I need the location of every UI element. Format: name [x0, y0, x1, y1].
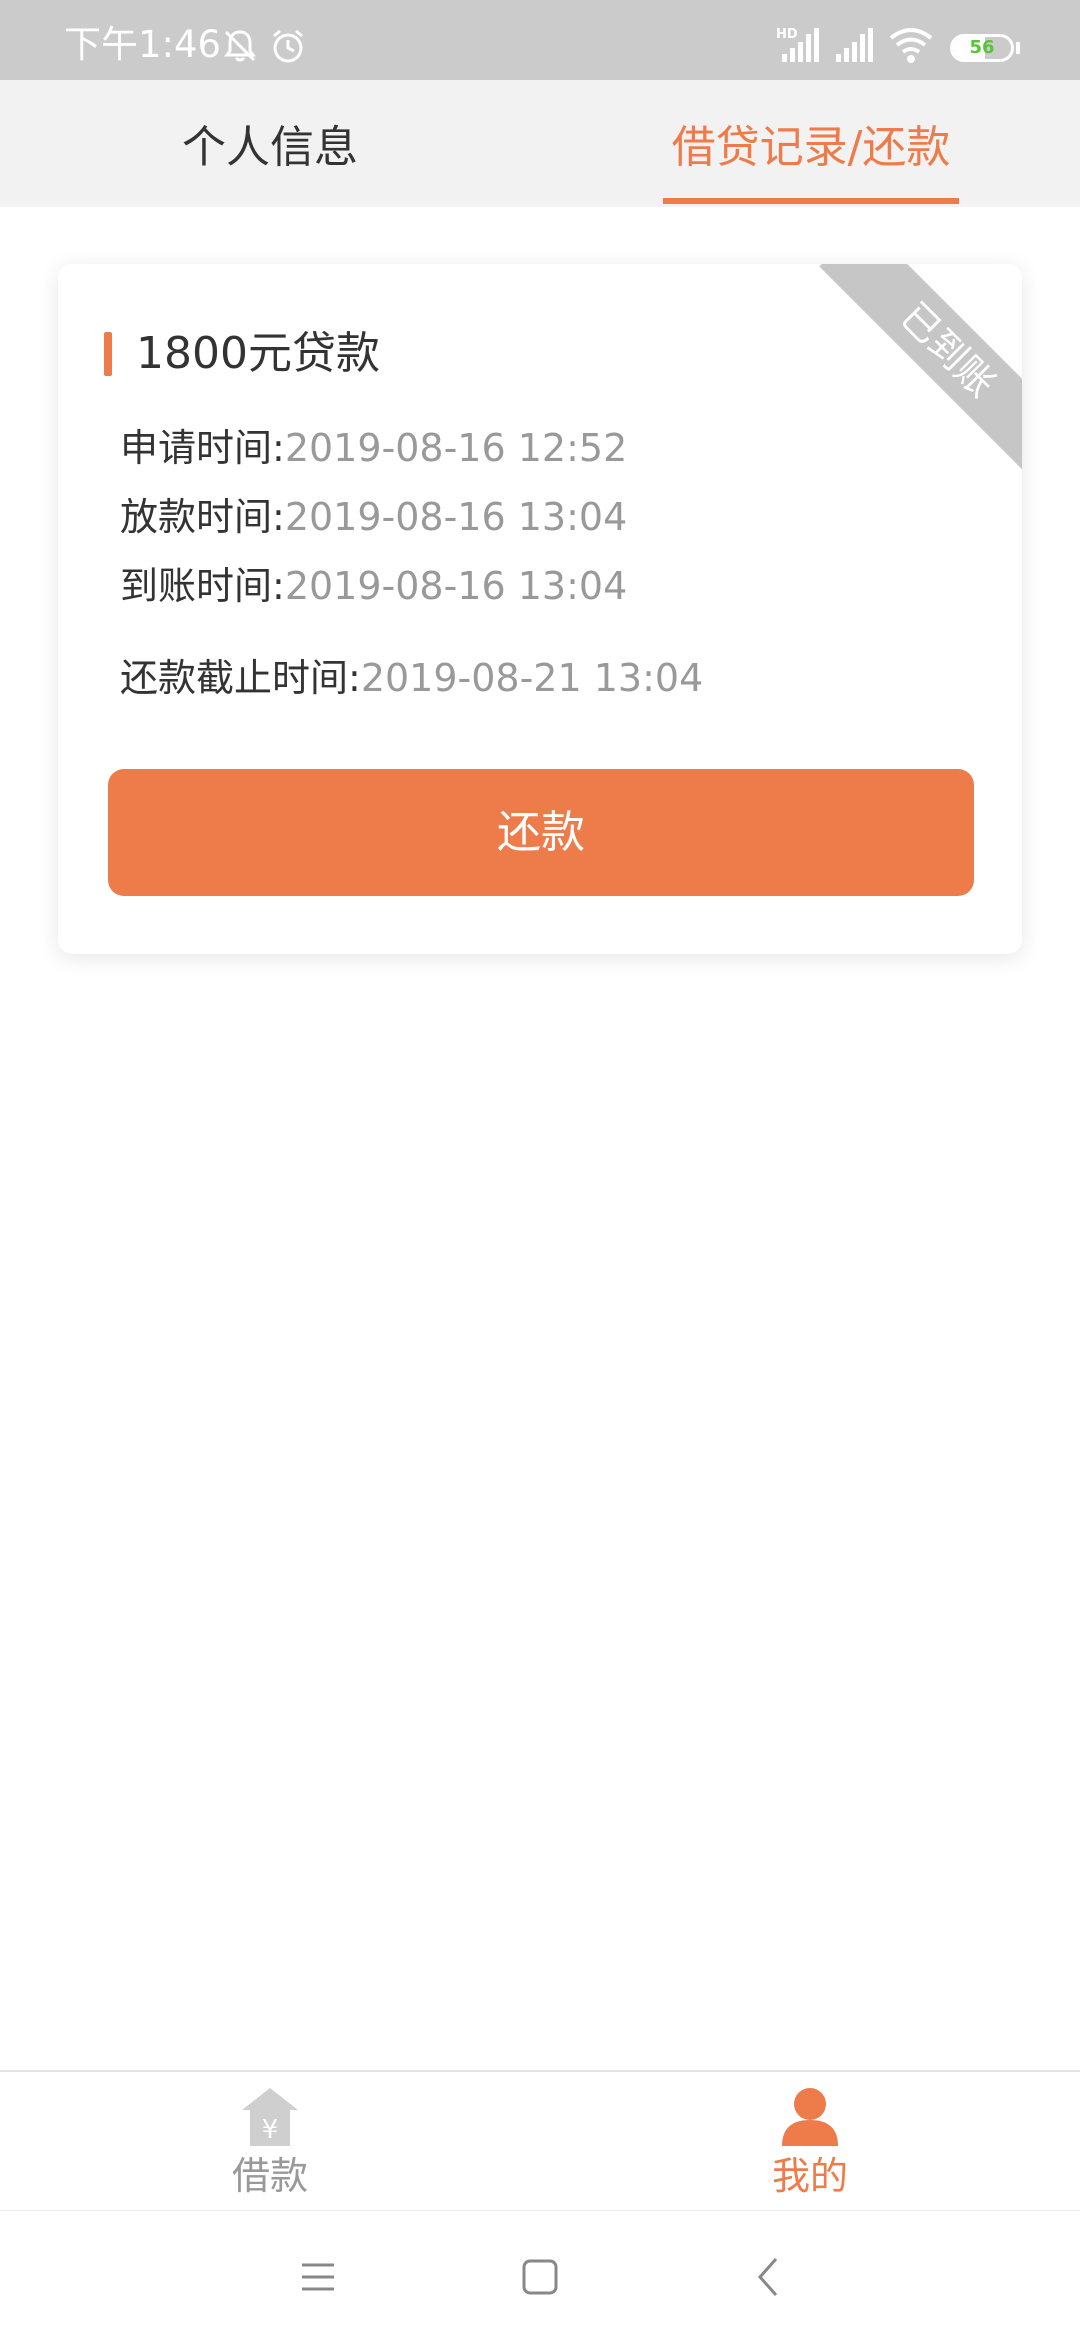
tab-bar: 个人信息 借贷记录/还款	[0, 80, 1080, 207]
tab-personal-info[interactable]: 个人信息	[160, 80, 380, 207]
release-time-label: 放款时间:	[120, 495, 285, 539]
home-icon[interactable]	[520, 2257, 560, 2297]
tab-loan-records[interactable]: 借贷记录/还款	[662, 80, 960, 207]
alarm-icon	[273, 29, 303, 63]
nav-mine[interactable]: 我的	[710, 2072, 910, 2212]
menu-icon[interactable]	[298, 2257, 338, 2297]
loan-card: 已到账 1800元贷款 申请时间:2019-08-16 12:52 放款时间:2…	[58, 264, 1022, 954]
loan-title: 1800元贷款	[136, 328, 380, 379]
status-bar: 下午1:46 HD 56	[0, 0, 1080, 80]
house-yuan-icon: ¥	[242, 2088, 298, 2146]
battery-icon: 56	[950, 34, 1014, 62]
bottom-nav: ¥ 借款 我的	[0, 2070, 1080, 2210]
active-tab-indicator	[663, 198, 959, 204]
nav-borrow[interactable]: ¥ 借款	[170, 2072, 370, 2212]
apply-time-label: 申请时间:	[120, 426, 285, 470]
release-time-row: 放款时间:2019-08-16 13:04	[120, 493, 627, 541]
system-nav-bar	[0, 2210, 1080, 2340]
apply-time-value: 2019-08-16 12:52	[284, 426, 628, 470]
battery-level: 56	[969, 37, 995, 58]
nav-mine-label: 我的	[771, 2154, 848, 2198]
due-time-row: 还款截止时间:2019-08-21 13:04	[120, 654, 703, 702]
person-icon	[782, 2088, 838, 2146]
battery-tip	[1016, 42, 1020, 54]
arrival-time-label: 到账时间:	[120, 564, 285, 608]
repay-button[interactable]: 还款	[108, 769, 974, 896]
back-icon[interactable]	[748, 2257, 788, 2297]
release-time-value: 2019-08-16 13:04	[284, 495, 628, 539]
nav-borrow-label: 借款	[231, 2154, 308, 2198]
arrival-time-row: 到账时间:2019-08-16 13:04	[120, 562, 627, 610]
due-time-label: 还款截止时间:	[120, 656, 361, 700]
title-accent-bar	[104, 332, 112, 376]
status-time: 下午1:46	[64, 23, 222, 66]
network-badge: HD	[776, 27, 798, 42]
mute-bell-icon	[224, 30, 256, 62]
due-time-value: 2019-08-21 13:04	[360, 656, 704, 700]
status-ribbon-label: 已到账	[819, 264, 1022, 474]
signal-icon	[836, 28, 873, 62]
wifi-icon	[889, 28, 933, 63]
svg-text:¥: ¥	[262, 2115, 279, 2145]
apply-time-row: 申请时间:2019-08-16 12:52	[120, 424, 627, 472]
status-ribbon: 已到账	[812, 264, 1022, 474]
arrival-time-value: 2019-08-16 13:04	[284, 564, 628, 608]
